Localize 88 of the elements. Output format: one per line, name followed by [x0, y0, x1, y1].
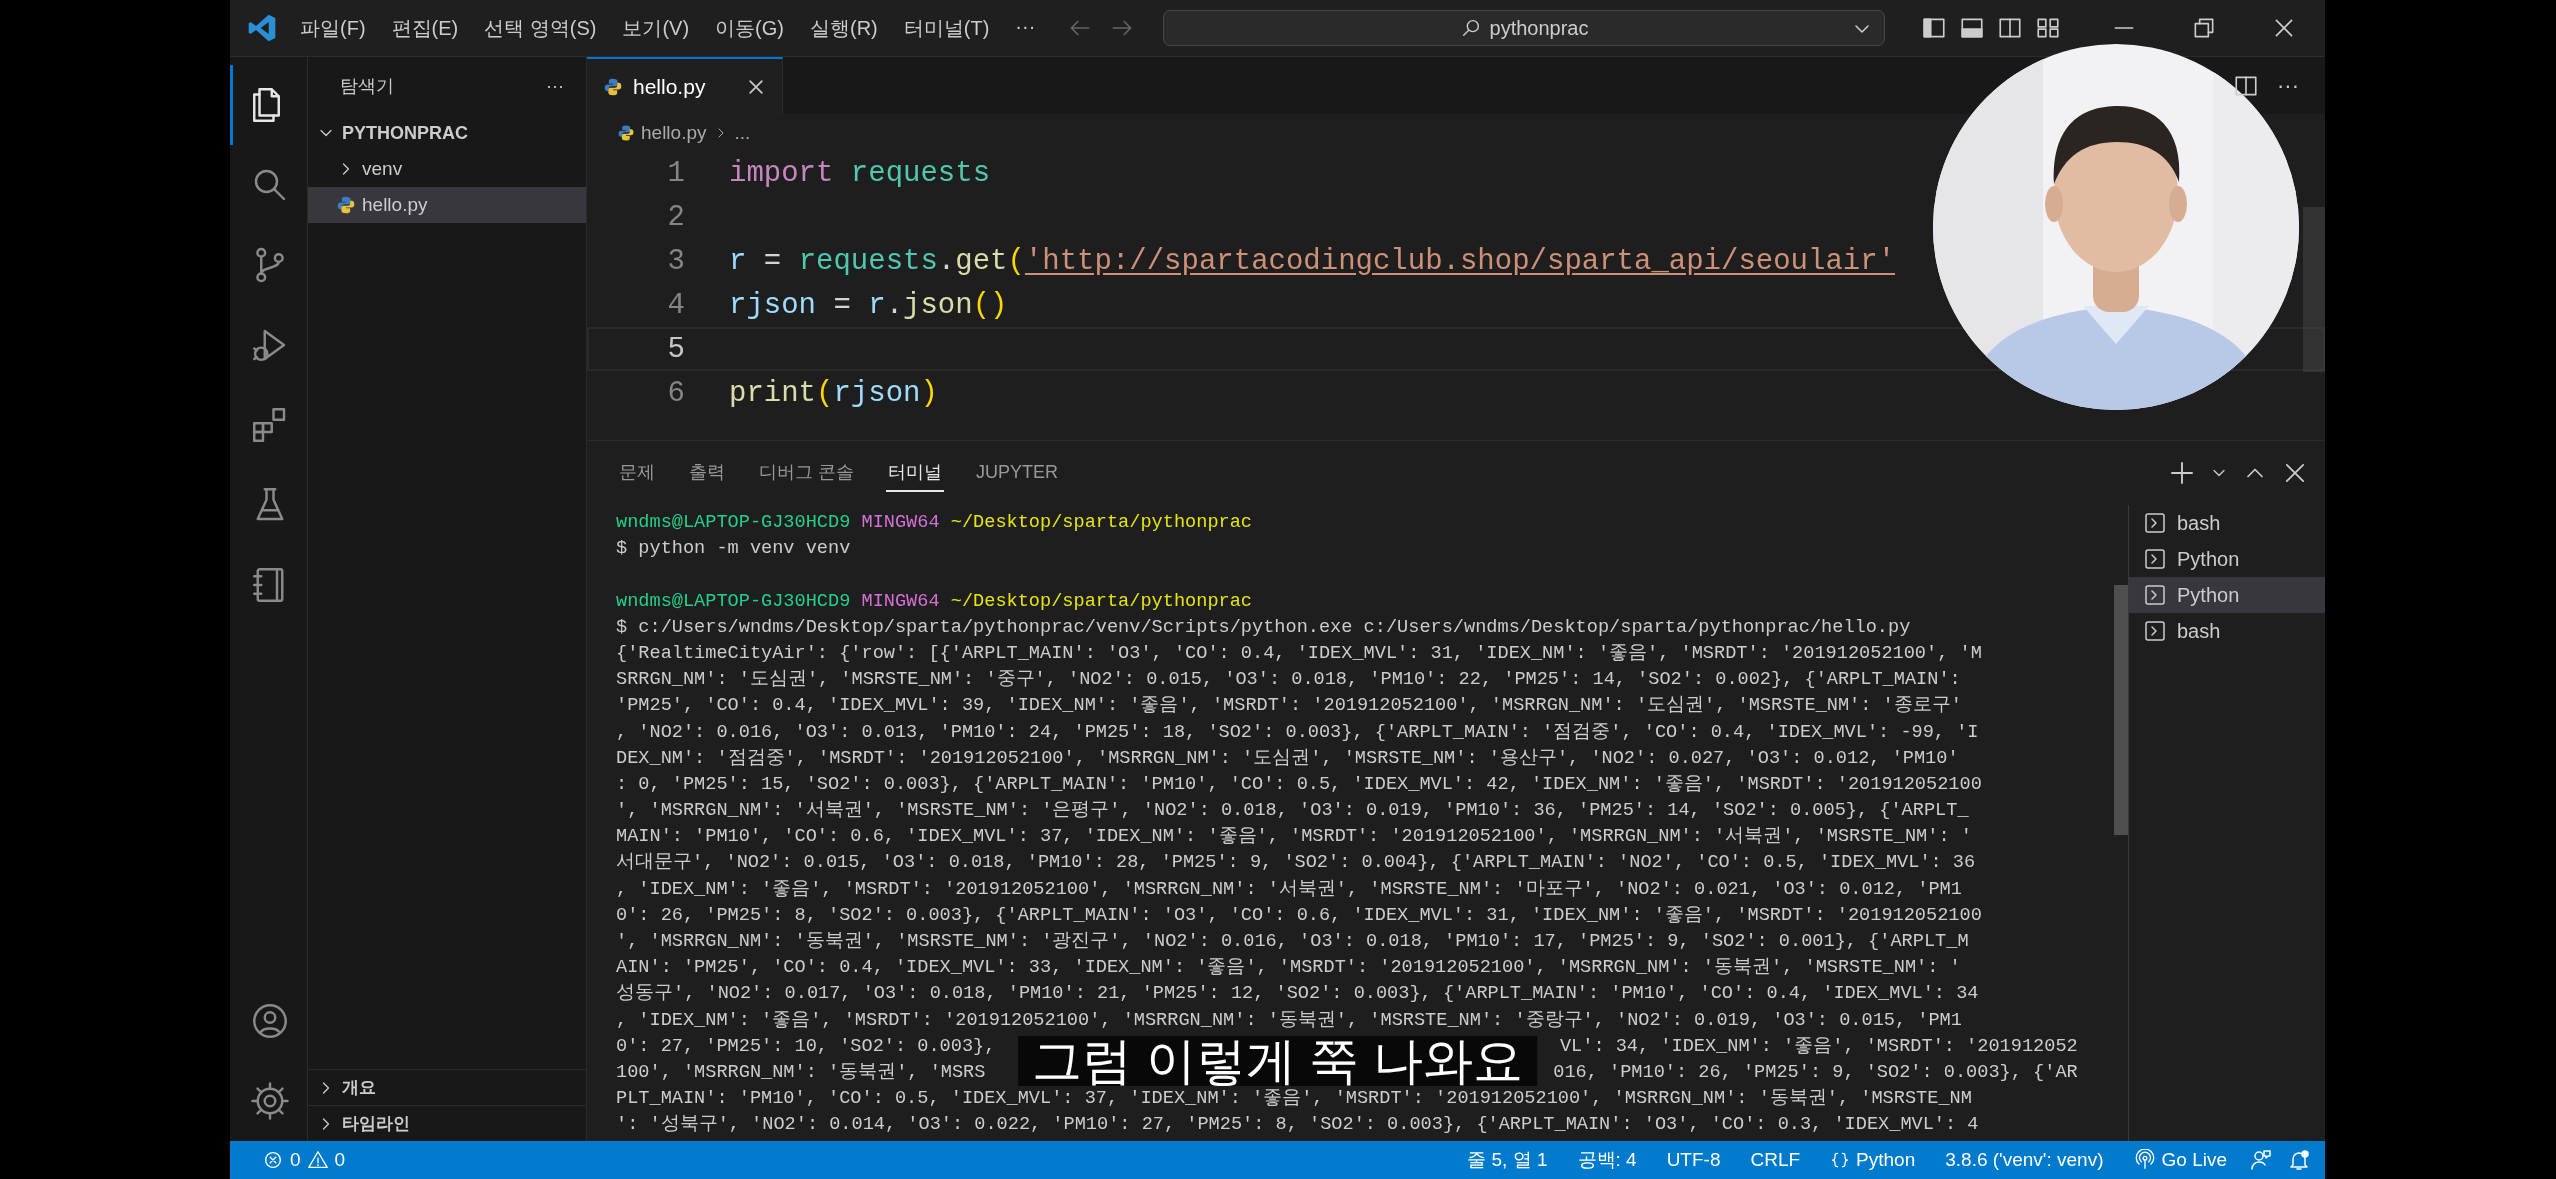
- status-item[interactable]: 줄 5, 열 1: [1459, 1141, 1556, 1179]
- terminal-line: 서대문구', 'NO2': 0.015, 'O3': 0.018, 'PM10': 28, 'PM25': 9, 'SO2': 0.004}, {'ARPLT_MAIN': 'NO2', 'CO': 0.5, 'IDEX_MVL': 36: [616, 851, 1977, 876]
- breadcrumb-item[interactable]: ...: [734, 121, 751, 144]
- terminal-icon: [2143, 547, 2167, 571]
- terminal-icon: [2143, 583, 2167, 607]
- panel-tab[interactable]: 디버그 콘솔: [757, 454, 856, 492]
- panel-tab[interactable]: 출력: [687, 454, 727, 492]
- breadcrumb-item[interactable]: hello.py: [641, 121, 707, 144]
- line-number: 5: [666, 332, 685, 366]
- terminal-line: VL': 34, 'IDEX_NM': '좋음', 'MSRDT': '201912052: [1559, 1034, 2078, 1059]
- menu-item[interactable]: 보기(V): [622, 10, 690, 46]
- status-item[interactable]: UTF-8: [1658, 1141, 1729, 1179]
- broadcast-icon: [2133, 1149, 2156, 1171]
- panel-tab[interactable]: 문제: [617, 454, 657, 492]
- code-line: import requests: [729, 156, 991, 190]
- panel-tab[interactable]: 터미널: [886, 454, 944, 492]
- status-item[interactable]: CRLF: [1742, 1141, 1809, 1179]
- terminal-line: DEX_NM': '점검중', 'MSRDT': '201912052100', 'MSRRGN_NM': '도심권', 'MSRSTE_NM': '용산구', 'NO2': 0.027, 'O3': 0.012, 'PM10': [616, 746, 1960, 771]
- folder-row[interactable]: venv: [308, 151, 586, 187]
- terminal-line: 성동구', 'NO2': 0.017, 'O3': 0.018, 'PM10': 21, 'PM25': 12, 'SO2': 0.003}, {'ARPLT_MAIN': 'PM10', 'CO': 0.4, 'IDEX_MVL': 34: [616, 982, 1980, 1007]
- interpreter-status[interactable]: 3.8.6 ('venv': venv): [1937, 1141, 2112, 1179]
- folder-row[interactable]: PYTHONPRAC: [308, 115, 586, 151]
- terminal-line: : 0, 'PM25': 15, 'SO2': 0.003}, {'ARPLT_MAIN': 'PM10', 'CO': 0.5, 'IDEX_MVL': 42, 'IDEX_NM': '좋음', 'MSRDT': '201912052100: [616, 772, 1983, 797]
- section-header[interactable]: 개요: [308, 1069, 586, 1105]
- sidebar-title: 탐색기: [340, 75, 394, 98]
- terminal-tab[interactable]: bash: [2129, 505, 2325, 541]
- file-row[interactable]: hello.py: [308, 187, 586, 223]
- terminal-line: wndms@LAPTOP-GJ30HCD9 MINGW64 ~/Desktop/sparta/pythonprac: [616, 511, 1254, 535]
- scrollbar-thumb[interactable]: [2303, 207, 2325, 372]
- terminal-line: AIN': 'PM25', 'CO': 0.4, 'IDEX_MVL': 33, 'IDEX_NM': '좋음', 'MSRDT': '201912052100', 'MSRRGN_NM': '동북권', 'MSRSTE_NM': ': [616, 956, 1962, 981]
- bell-icon[interactable]: [2287, 1148, 2311, 1172]
- panel-tab[interactable]: JUPYTER: [974, 455, 1061, 491]
- terminal-icon: [2143, 511, 2167, 535]
- code-line: print(rjson): [729, 376, 938, 410]
- terminal-line: , 'IDEX_NM': '좋음', 'MSRDT': '201912052100', 'MSRRGN_NM': '서북권', 'MSRSTE_NM': '마포구', 'NO2': 0.021, 'O3': 0.012, 'PM1: [616, 877, 1963, 902]
- terminal-line: , 'NO2': 0.016, 'O3': 0.013, 'PM10': 24, 'PM25': 18, 'SO2': 0.003}, {'ARPLT_MAIN': '점검중', 'CO': 0.4, 'IDEX_MVL': -99, 'I: [616, 720, 1980, 745]
- warning-icon: [306, 1149, 329, 1171]
- editor-tab[interactable]: hello.py: [587, 57, 783, 114]
- line-number: 4: [666, 288, 685, 322]
- terminal-line: , 'IDEX_NM': '좋음', 'MSRDT': '201912052100', 'MSRRGN_NM': '동북권', 'MSRSTE_NM': '중랑구', 'NO2': 0.019, 'O3': 0.015, 'PM1: [616, 1008, 1963, 1033]
- braces-icon: [1830, 1150, 1851, 1170]
- terminal-tab[interactable]: bash: [2129, 613, 2325, 649]
- status-item[interactable]: 공백: 4: [1569, 1141, 1645, 1179]
- terminal-line: PLT_MAIN': 'PM10', 'CO': 0.5, 'IDEX_MVL': 37, 'IDEX_NM': '좋음', 'MSRDT': '201912052100', 'MSRRGN_NM': '동북권', 'MSRSTE_NM: [616, 1088, 1973, 1112]
- terminal-line: $ python -m venv venv: [616, 537, 852, 562]
- problems-status[interactable]: 0 0: [254, 1141, 354, 1179]
- code-line: r = requests.get('http://spartacodingclub.shop/sparta_api/seoulair': [729, 244, 1896, 278]
- terminal-icon: [2143, 619, 2167, 643]
- go-live-button[interactable]: Go Live: [2125, 1141, 2235, 1179]
- menu-item[interactable]: 파일(F): [300, 10, 366, 46]
- terminal-line: MAIN': 'PM10', 'CO': 0.6, 'IDEX_MVL': 37, 'IDEX_NM': '좋음', 'MSRDT': '201912052100', 'MSRRGN_NM': '서북권', 'MSRSTE_NM': ': [616, 825, 1973, 850]
- python-file-icon: [336, 195, 356, 215]
- more-actions-button[interactable]: ···: [2277, 72, 2299, 99]
- more-menu-button[interactable]: ···: [1015, 10, 1036, 46]
- terminal-line: wndms@LAPTOP-GJ30HCD9 MINGW64 ~/Desktop/sparta/pythonprac: [616, 589, 1254, 614]
- line-number: 6: [666, 376, 685, 410]
- menu-item[interactable]: 편집(E): [391, 10, 459, 46]
- feedback-icon[interactable]: [2249, 1148, 2273, 1172]
- error-icon: [262, 1149, 284, 1171]
- terminal-line: 100', 'MSRRGN_NM': '동북권', 'MSRS: [616, 1060, 986, 1085]
- terminal-line: 016, 'PM10': 26, 'PM25': 9, 'SO2': 0.003}, {'AR: [1553, 1060, 2078, 1085]
- settings-icon[interactable]: [249, 1080, 291, 1122]
- terminal-tab[interactable]: Python: [2129, 577, 2325, 613]
- menu-item[interactable]: 선택 영역(S): [484, 10, 597, 46]
- more-actions-button[interactable]: ···: [546, 75, 564, 97]
- terminal-line: $ c:/Users/wndms/Desktop/sparta/pythonprac/venv/Scripts/python.exe c:/Users/wndms/Desktop/sparta/pythonprac/hello.py: [616, 615, 1912, 640]
- terminal-tab[interactable]: Python: [2129, 541, 2325, 577]
- menu-item[interactable]: 실행(R): [810, 10, 878, 46]
- python-file-icon: [603, 76, 623, 97]
- code-line: rjson = r.json(): [729, 288, 1008, 322]
- terminal-line: 0': 27, 'PM25': 10, 'SO2': 0.003},: [616, 1034, 996, 1059]
- terminal-line: SRRGN_NM': '도심권', 'MSRSTE_NM': '중구', 'NO2': 0.015, 'O3': 0.018, 'PM10': 22, 'PM25': 14, 'SO2': 0.002}, {'ARPLT_MAIN':: [616, 668, 1962, 693]
- terminal-line: {'RealtimeCityAir': {'row': [{'ARPLT_MAIN': 'O3', 'CO': 0.4, 'IDEX_MVL': 31, 'IDEX_NM': '좋음', 'MSRDT': '201912052100', 'M: [616, 641, 1983, 666]
- terminal-line: ', 'MSRRGN_NM': '서북권', 'MSRSTE_NM': '은평구', 'NO2': 0.018, 'O3': 0.019, 'PM10': 36, 'PM25': 14, 'SO2': 0.005}, {'ARPLT_: [616, 799, 1970, 824]
- terminal-line: ', 'MSRRGN_NM': '동북권', 'MSRSTE_NM': '광진구', 'NO2': 0.016, 'O3': 0.018, 'PM10': 17, 'PM25': 9, 'SO2': 0.001}, {'ARPLT_M: [616, 930, 1970, 954]
- menu-item[interactable]: 터미널(T): [903, 10, 990, 46]
- line-number: 3: [666, 244, 685, 278]
- scrollbar-thumb[interactable]: [2114, 585, 2128, 835]
- search-field[interactable]: pythonprac: [1163, 10, 1885, 46]
- menu-item[interactable]: 이동(G): [715, 10, 784, 46]
- language-status[interactable]: Python: [1822, 1141, 1924, 1179]
- python-file-icon: [617, 123, 635, 142]
- line-number: 1: [666, 156, 685, 190]
- terminal-line: ': '성북구', 'NO2': 0.014, 'O3': 0.022, 'PM10': 27, 'PM25': 8, 'SO2': 0.003}, {'ARPLT_MAIN': 'O3', 'CO': 0.3, 'IDEX_MVL': 4: [616, 1113, 1980, 1138]
- terminal-line: 0': 26, 'PM25': 8, 'SO2': 0.003}, {'ARPLT_MAIN': 'O3', 'CO': 0.6, 'IDEX_MVL': 31, 'IDEX_NM': '좋음', 'MSRDT': '201912052100: [616, 903, 1983, 928]
- vscode-logo: [246, 12, 278, 44]
- terminal-line: 'PM25', 'CO': 0.4, 'IDEX_MVL': 39, 'IDEX_NM': '좋음', 'MSRDT': '201912052100', 'MSRRGN_NM': '도심권', 'MSRSTE_NM': '종로구': [616, 694, 1963, 719]
- line-number: 2: [666, 200, 685, 234]
